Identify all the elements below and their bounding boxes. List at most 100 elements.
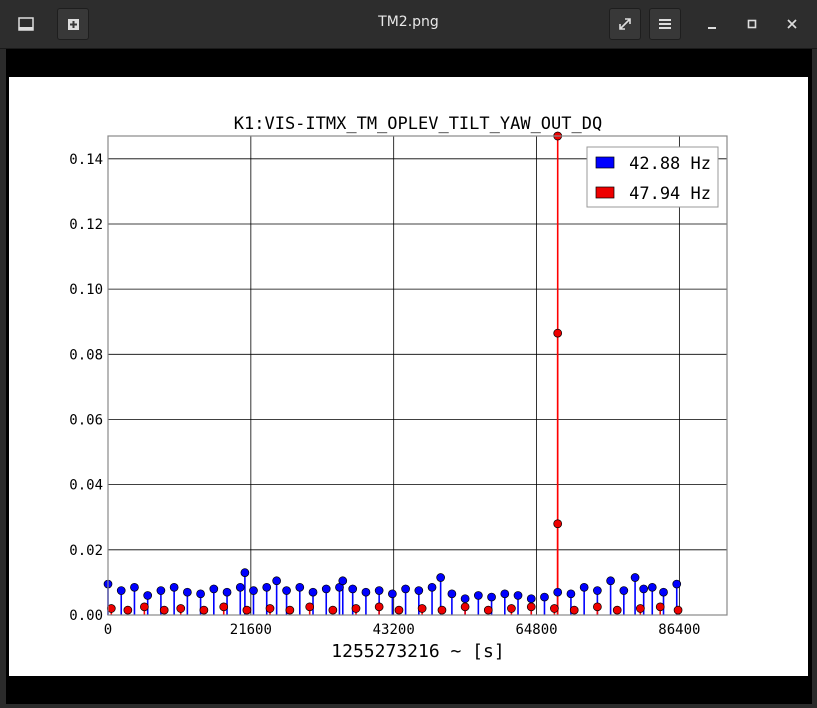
point-42-88-hz (659, 587, 668, 597)
y-tick-label: 0.04 (69, 478, 103, 494)
point-47-94-hz (612, 605, 622, 615)
window-title: TM2.png (378, 14, 439, 30)
point-42-88-hz (183, 587, 192, 597)
point-47-94-hz (655, 602, 665, 612)
fullscreen-icon (619, 18, 631, 30)
point-42-88-hz (526, 594, 536, 604)
stems (107, 136, 679, 615)
point-47-94-hz (265, 604, 275, 613)
maximize-icon (747, 19, 757, 29)
point-42-88-hz (401, 584, 410, 594)
point-42-88-hz (338, 576, 348, 586)
point-42-88-hz (460, 594, 470, 604)
close-icon (787, 19, 797, 29)
point-42-88-hz (487, 592, 496, 602)
title-bar: TM2.png (0, 0, 817, 49)
point-42-88-hz (672, 579, 682, 589)
legend-swatch (595, 156, 615, 169)
menu-icon (659, 19, 671, 29)
legend-label: 47.94 Hz (629, 184, 711, 204)
point-47-94-hz (123, 605, 133, 615)
point-47-94-hz (553, 519, 563, 529)
y-tick-label: 0.06 (69, 412, 103, 428)
point-42-88-hz (209, 584, 219, 594)
point-42-88-hz (630, 573, 640, 582)
point-47-94-hz (553, 328, 563, 338)
x-tick-label: 21600 (230, 622, 272, 638)
point-47-94-hz (176, 604, 186, 613)
point-47-94-hz (460, 602, 470, 612)
x-tick-label: 0 (104, 622, 112, 638)
point-42-88-hz (361, 587, 371, 597)
point-42-88-hz (249, 586, 258, 595)
point-42-88-hz (447, 589, 457, 599)
plot-frame (107, 135, 728, 616)
point-42-88-hz (619, 586, 629, 595)
x-tick-label: 64800 (515, 622, 557, 638)
y-tick-label: 0.14 (69, 152, 103, 168)
point-47-94-hz (569, 605, 579, 615)
chart: 0 21600 43200 64800 86400 0.00 0.02 0.04 0.06 0.0… (69, 114, 728, 662)
point-47-94-hz (593, 602, 602, 612)
chart-title: K1:VIS-ITMX_TM_OPLEV_TILT_YAW_OUT_DQ (234, 114, 602, 134)
point-47-94-hz (483, 605, 493, 615)
point-47-94-hz (550, 604, 559, 613)
point-42-88-hz (282, 586, 291, 595)
x-tick-label: 43200 (373, 622, 415, 638)
point-47-94-hz (636, 604, 645, 613)
point-42-88-hz (130, 582, 139, 592)
point-42-88-hz (262, 582, 272, 592)
x-tick-label: 86400 (658, 622, 700, 638)
x-axis-label: 1255273216 ~ [s] (331, 641, 504, 662)
menu-button[interactable] (649, 8, 681, 40)
point-42-88-hz (156, 586, 166, 595)
legend-label: 42.88 Hz (629, 154, 711, 174)
point-42-88-hz (647, 582, 657, 592)
point-42-88-hz (540, 592, 549, 602)
point-42-88-hz (308, 587, 318, 597)
legend: 42.88 Hz 47.94 Hz (586, 146, 719, 208)
grid (107, 136, 727, 616)
point-42-88-hz (374, 586, 384, 595)
point-42-88-hz (500, 589, 510, 599)
point-42-88-hz (272, 576, 281, 586)
point-42-88-hz (235, 582, 245, 592)
point-42-88-hz (196, 589, 205, 599)
point-47-94-hz (328, 605, 338, 615)
point-47-94-hz (507, 604, 516, 613)
y-tick-label: 0.08 (69, 347, 103, 363)
point-47-94-hz (437, 605, 447, 615)
point-47-94-hz (219, 602, 229, 612)
point-47-94-hz (285, 605, 295, 615)
minimize-button[interactable] (696, 8, 728, 40)
point-42-88-hz (566, 589, 576, 599)
point-42-88-hz (639, 584, 649, 594)
legend-swatch (595, 186, 615, 199)
point-47-94-hz (394, 605, 404, 615)
point-47-94-hz (140, 602, 149, 612)
point-42-88-hz (606, 576, 615, 586)
point-47-94-hz (351, 604, 361, 613)
point-42-88-hz (240, 568, 250, 577)
point-42-88-hz (579, 582, 589, 592)
close-button[interactable] (776, 8, 808, 40)
point-47-94-hz (673, 605, 683, 615)
y-tick-label: 0.00 (69, 608, 103, 624)
point-47-94-hz (242, 605, 252, 615)
point-42-88-hz (321, 584, 331, 594)
y-tick-label: 0.02 (69, 543, 103, 559)
y-tick-label: 0.12 (69, 217, 103, 233)
point-42-88-hz (553, 587, 563, 597)
point-47-94-hz (526, 602, 536, 612)
point-42-88-hz (513, 591, 523, 600)
y-tick-label: 0.10 (69, 282, 103, 298)
point-42-88-hz (116, 586, 126, 595)
point-42-88-hz (295, 582, 305, 592)
maximize-button[interactable] (736, 8, 768, 40)
point-47-94-hz (374, 602, 384, 612)
point-47-94-hz (305, 602, 315, 612)
image-canvas: 0 21600 43200 64800 86400 0.00 0.02 0.04 0.06 0.0… (9, 77, 808, 676)
fullscreen-button[interactable] (609, 8, 641, 40)
point-42-88-hz (473, 591, 483, 600)
point-42-88-hz (169, 582, 179, 592)
